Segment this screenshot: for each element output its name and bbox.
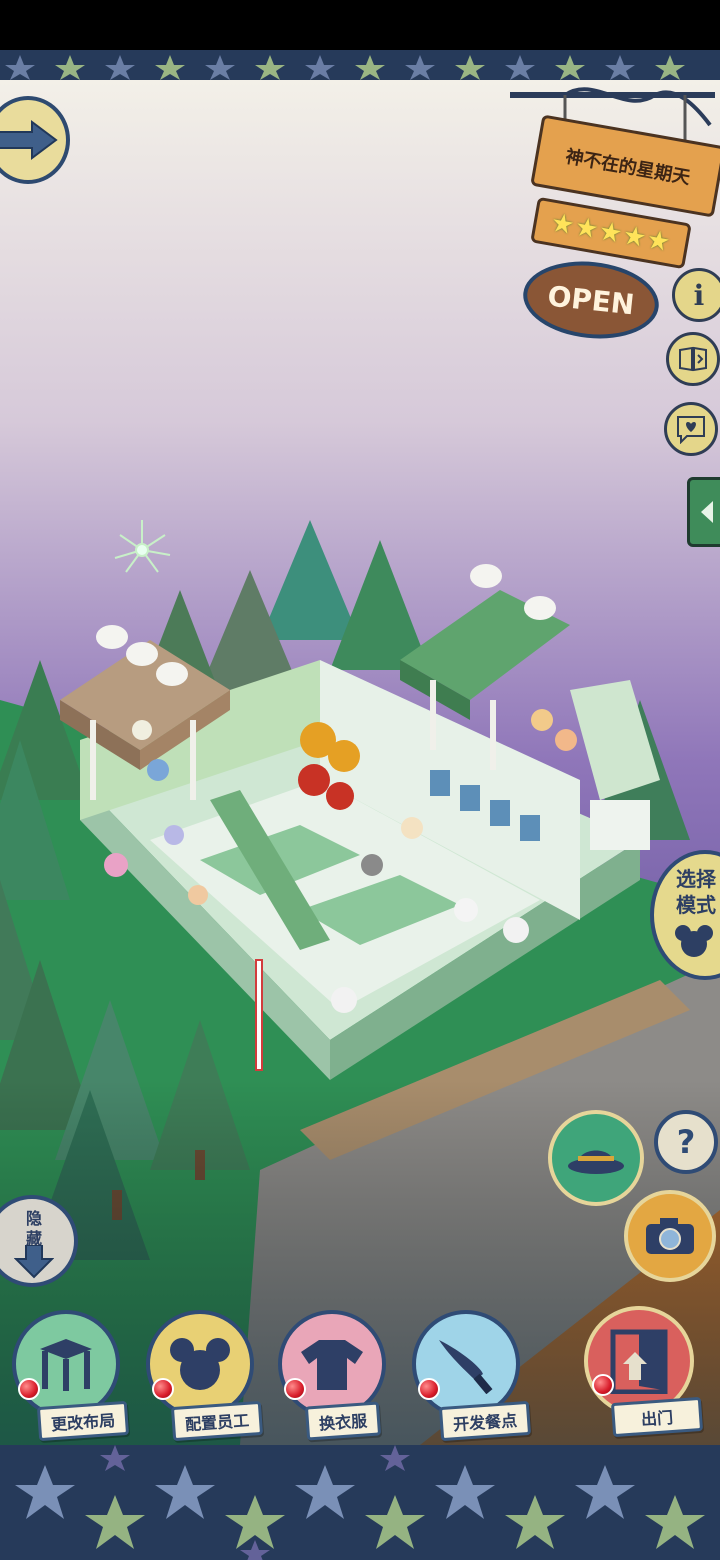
- open-label: OPEN: [546, 279, 636, 321]
- heart-chat-icon: [677, 416, 705, 444]
- star-pattern: [5, 55, 685, 80]
- menu-go-out-label: 出门: [610, 1396, 704, 1438]
- star-pattern: [15, 1445, 705, 1560]
- favor-button[interactable]: [664, 402, 718, 456]
- cafe-name: 神不在的星期天: [563, 146, 692, 189]
- shirt-icon: [301, 1340, 363, 1390]
- camera-button[interactable]: [624, 1190, 716, 1282]
- bottom-star-border: [0, 1445, 720, 1560]
- hide-label: 隐 藏: [26, 1209, 43, 1248]
- info-icon: i: [693, 278, 705, 312]
- side-panel-toggle-button[interactable]: [687, 477, 720, 547]
- menu-assign-staff-label: 配置员工: [170, 1400, 264, 1442]
- mouse-head-icon: [675, 925, 713, 957]
- knife-icon: [439, 1340, 493, 1394]
- status-bar: [0, 0, 720, 50]
- menu-change-clothes-label: 换衣服: [304, 1401, 382, 1441]
- chevron-left-icon: [701, 501, 713, 523]
- door-icon: [610, 1329, 668, 1394]
- bottom-menu: 更改布局 配置员工 换衣服 开发餐点 出门: [0, 1300, 720, 1445]
- pin-icon: [18, 1378, 40, 1400]
- menu-develop-food-label: 开发餐点: [438, 1400, 532, 1442]
- hat-button[interactable]: [548, 1110, 644, 1206]
- info-button[interactable]: i: [672, 268, 720, 322]
- arrow-down-icon: [14, 1245, 54, 1279]
- pin-icon: [284, 1378, 306, 1400]
- help-button[interactable]: ?: [654, 1110, 718, 1174]
- select-mode-label: 选择 模式: [676, 867, 716, 917]
- table-icon: [40, 1339, 92, 1391]
- pin-icon: [418, 1378, 440, 1400]
- mouse-staff-icon: [170, 1338, 230, 1390]
- pin-icon: [152, 1378, 174, 1400]
- game-screen: 神不在的星期天 ★★★★★ OPEN i 选择 模式 ? 隐 藏 更改布局 配置…: [0, 0, 720, 1560]
- camera-icon: [646, 1218, 694, 1254]
- hat-icon: [568, 1150, 624, 1174]
- recipe-book-button[interactable]: [666, 332, 720, 386]
- arrow-right-icon: [0, 120, 58, 160]
- question-icon: ?: [676, 1123, 696, 1161]
- book-icon: [679, 346, 707, 372]
- top-star-border: [0, 50, 720, 80]
- pin-icon: [592, 1374, 614, 1396]
- menu-change-layout-label: 更改布局: [36, 1400, 130, 1442]
